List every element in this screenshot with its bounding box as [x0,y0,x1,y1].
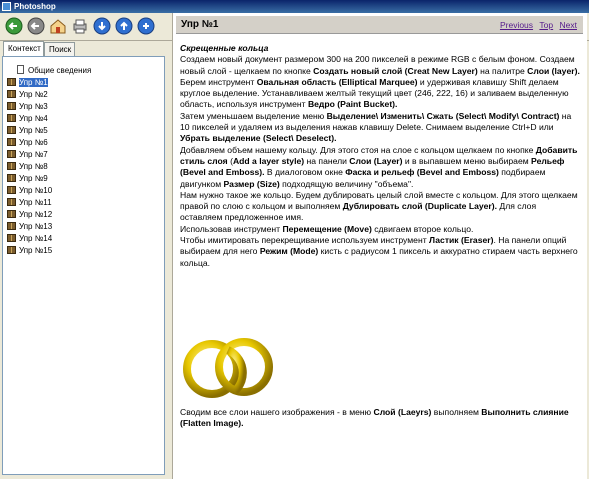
paragraph: Нам нужно такое же кольцо. Будем дублиро… [180,189,578,223]
book-icon [7,186,16,194]
hide-button[interactable] [5,17,23,35]
window-title: Photoshop [14,2,56,11]
book-icon [7,234,16,242]
tree-item[interactable]: Упр №12 [7,209,52,220]
tree-item[interactable]: Упр №9 [7,173,48,184]
tree-item[interactable]: Упр №15 [7,245,52,256]
tree-item[interactable]: Упр №10 [7,185,52,196]
book-icon [7,210,16,218]
arrow-left-icon [5,17,23,35]
tree-item-general[interactable]: Общие сведения [17,65,91,76]
tree-item[interactable]: Упр №11 [7,197,52,208]
home-button[interactable] [49,17,67,35]
page-icon [17,65,24,74]
next-link[interactable]: Next [560,20,577,30]
next-button[interactable] [115,17,133,35]
paragraph: Затем уменьшаем выделение меню Выделение… [180,110,572,144]
book-icon [7,174,16,182]
tree-item[interactable]: Упр №8 [7,161,48,172]
tree-item[interactable]: Упр №7 [7,149,48,160]
prev-button[interactable] [93,17,111,35]
app-icon [2,2,11,11]
tree-item[interactable]: Упр №5 [7,125,48,136]
topic-body: Скрещенные кольца Создаем новый документ… [180,43,580,269]
arrow-circle-left-icon [27,17,45,35]
print-button[interactable] [71,17,89,35]
back-button[interactable] [27,17,45,35]
top-link[interactable]: Top [539,20,553,30]
paragraph: Создаем новый документ размером 300 на 2… [180,54,580,76]
book-icon [7,150,16,158]
paragraph: Берем инструмент Овальная область (Ellip… [180,76,569,110]
arrow-down-icon [93,17,111,35]
book-icon [7,90,16,98]
book-icon [7,222,16,230]
topic-title: Упр №1 [181,19,219,30]
book-icon [7,162,16,170]
book-icon [7,198,16,206]
tree-item[interactable]: Упр №2 [7,89,48,100]
tab-search[interactable]: Поиск [44,42,75,56]
book-icon [7,102,16,110]
paragraph: Добавляем объем нашему кольцу. Для этого… [180,144,578,189]
arrow-up-icon [115,17,133,35]
print-icon [73,19,87,34]
crossed-rings-image [183,338,273,398]
window-titlebar: Photoshop [0,0,589,13]
paragraph: Использовав инструмент Перемещение (Move… [180,223,474,234]
options-icon [137,17,155,35]
tree-item[interactable]: Упр №6 [7,137,48,148]
topic-header: Упр №1 Previous Top Next [176,16,583,34]
book-icon [7,126,16,134]
tab-contents[interactable]: Контекст [3,41,44,56]
tree-item[interactable]: Упр №13 [7,221,52,232]
tree-item[interactable]: Упр №3 [7,101,48,112]
topic-subtitle: Скрещенные кольца [180,43,269,53]
book-icon [7,246,16,254]
topic-pane: Упр №1 Previous Top Next Скрещенные коль… [172,13,587,479]
paragraph: Чтобы имитировать перекрещивание использ… [180,235,578,268]
topic-nav: Previous Top Next [496,20,577,30]
paragraph: Сводим все слои нашего изображения - в м… [180,407,569,429]
book-icon [7,114,16,122]
contents-tree: Общие сведения Упр №1 Упр №2 Упр №3 Упр … [2,56,165,475]
tree-item[interactable]: Упр №14 [7,233,52,244]
home-icon [50,19,66,34]
previous-link[interactable]: Previous [500,20,533,30]
tree-item[interactable]: Упр №4 [7,113,48,124]
tree-item[interactable]: Упр №1 [7,77,48,88]
book-icon [7,78,16,86]
book-icon [7,138,16,146]
options-button[interactable] [137,17,155,35]
